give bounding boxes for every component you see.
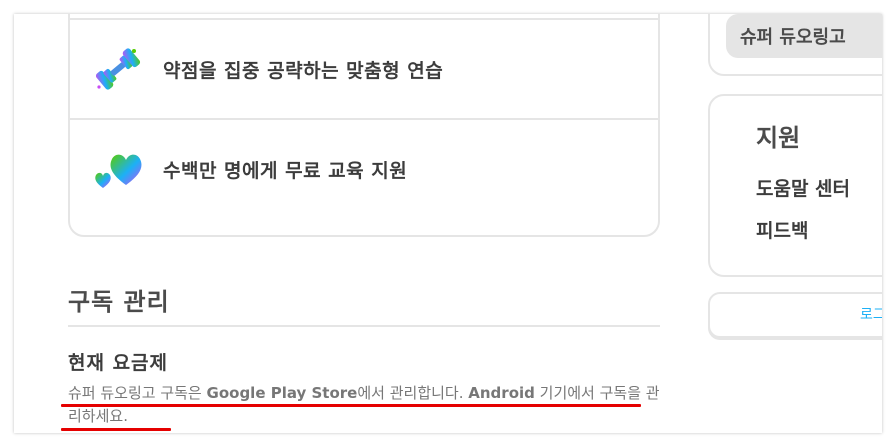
benefit-label: 약점을 집중 공략하는 맞춤형 연습 (163, 59, 444, 82)
support-title: 지원 (756, 124, 801, 152)
desc-text: 슈퍼 듀오링고 구독은 (68, 384, 207, 402)
hearts-icon (95, 154, 142, 188)
section-divider (68, 325, 660, 327)
benefit-row-practice: 약점을 집중 공략하는 맞춤형 연습 (70, 18, 658, 118)
annotation-underline (61, 428, 171, 431)
desc-store-name: Google Play Store (206, 384, 358, 402)
benefit-label: 수백만 명에게 무료 교육 지원 (163, 159, 408, 182)
login-box: 로그 (708, 292, 882, 338)
super-promo-card: 슈퍼 듀오링고 (708, 14, 882, 76)
current-plan-title: 현재 요금제 (68, 352, 169, 374)
desc-text: 에서 관리합니다. (357, 384, 469, 402)
benefits-card: 약점을 집중 공략하는 맞춤형 연습 수백만 명에게 무료 교육 지원 (68, 14, 660, 237)
support-card: 지원 도움말 센터 피드백 (708, 94, 882, 277)
benefit-row-free-education: 수백만 명에게 무료 교육 지원 (70, 118, 658, 218)
dumbbell-icon (95, 48, 141, 90)
desc-platform-name: Android (468, 384, 535, 402)
page-frame: 약점을 집중 공략하는 맞춤형 연습 수백만 명에게 무료 교육 지원 구독 관… (14, 14, 882, 433)
annotation-underline (61, 404, 641, 407)
section-title-subscription: 구독 관리 (68, 288, 170, 316)
super-duolingo-button[interactable]: 슈퍼 듀오링고 (726, 14, 882, 58)
login-link[interactable]: 로그 (860, 304, 882, 324)
help-center-link[interactable]: 도움말 센터 (756, 174, 850, 201)
feedback-link[interactable]: 피드백 (756, 216, 808, 243)
